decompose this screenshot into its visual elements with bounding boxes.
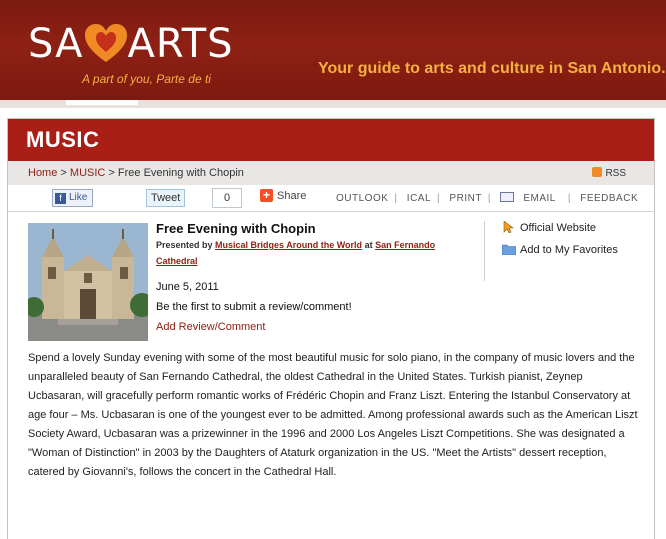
add-favorites-label: Add to My Favorites [520, 244, 618, 256]
site-logo[interactable]: SA ARTS [28, 22, 234, 66]
site-tagline: A part of you, Parte de ti [82, 72, 211, 86]
logo-text-sa: SA [28, 21, 84, 67]
presented-prefix: Presented by [156, 240, 213, 250]
envelope-icon [500, 192, 515, 202]
event-date: June 5, 2011 [156, 281, 219, 293]
section-header: MUSIC [8, 119, 654, 161]
logo-text-arts: ARTS [127, 21, 234, 67]
print-link[interactable]: PRINT [449, 193, 482, 204]
email-label: EMAIL [523, 193, 556, 204]
content-frame: MUSIC Home > MUSIC > Free Evening with C… [7, 118, 655, 539]
ical-link[interactable]: ICAL [407, 193, 431, 204]
like-label: Like [69, 192, 88, 203]
heart-icon [82, 22, 130, 66]
share-toolbar: f Like Tweet 0 + Share OUTLOOK | ICAL | PRIN… [8, 185, 654, 212]
tweet-label: Tweet [151, 192, 181, 204]
site-guide-text: Your guide to arts and culture in San An… [318, 60, 666, 77]
tweet-count: 0 [212, 188, 242, 208]
event-photo [28, 223, 148, 341]
pointer-icon [502, 220, 514, 234]
facebook-like-button[interactable]: f Like [52, 189, 94, 207]
breadcrumb-current: Free Evening with Chopin [117, 167, 244, 179]
feedback-link[interactable]: FEEDBACK [580, 193, 638, 204]
toolbar-divider: | [394, 193, 398, 204]
share-button[interactable]: + Share [260, 189, 306, 202]
toolbar-divider: | [487, 193, 492, 204]
review-prompt: Be the first to submit a review/comment! [156, 301, 352, 313]
toolbar-divider: | [567, 193, 571, 204]
event-title: Free Evening with Chopin [156, 221, 316, 236]
header-separator [0, 100, 666, 108]
tweet-button[interactable]: Tweet [146, 189, 186, 207]
email-link[interactable]: EMAIL [500, 192, 562, 204]
add-review-link[interactable]: Add Review/Comment [156, 321, 265, 333]
breadcrumb-separator: > [108, 167, 115, 179]
rss-link[interactable]: RSS [592, 167, 626, 179]
official-website-link[interactable]: Official Website [502, 220, 597, 234]
rss-label: RSS [605, 168, 626, 179]
folder-icon [501, 243, 517, 256]
share-label: Share [277, 190, 307, 202]
section-title: MUSIC [26, 127, 100, 152]
breadcrumb: Home > MUSIC > Free Evening with Chopin … [8, 161, 654, 185]
side-divider [484, 221, 485, 281]
toolbar-links: OUTLOOK | ICAL | PRINT | EMAIL | FEEDBACK [330, 192, 644, 204]
rss-icon [592, 167, 603, 177]
facebook-icon: f [55, 193, 66, 204]
event-presenter-line: Presented by Musical Bridges Around the … [156, 237, 476, 269]
outlook-link[interactable]: OUTLOOK [336, 193, 388, 204]
separator-tab [66, 100, 138, 105]
plus-icon: + [260, 189, 273, 202]
breadcrumb-music[interactable]: MUSIC [70, 167, 105, 179]
official-website-label: Official Website [520, 222, 597, 234]
event-description: Spend a lovely Sunday evening with some … [28, 352, 638, 478]
presented-at: at [364, 240, 373, 250]
breadcrumb-home[interactable]: Home [28, 167, 57, 179]
site-header: SA ARTS A part of you, Parte de ti Your g… [0, 0, 666, 100]
add-favorites-link[interactable]: Add to My Favorites [501, 243, 618, 256]
breadcrumb-separator: > [60, 167, 67, 179]
toolbar-divider: | [437, 193, 441, 204]
presenter-link[interactable]: Musical Bridges Around the World [215, 240, 362, 250]
